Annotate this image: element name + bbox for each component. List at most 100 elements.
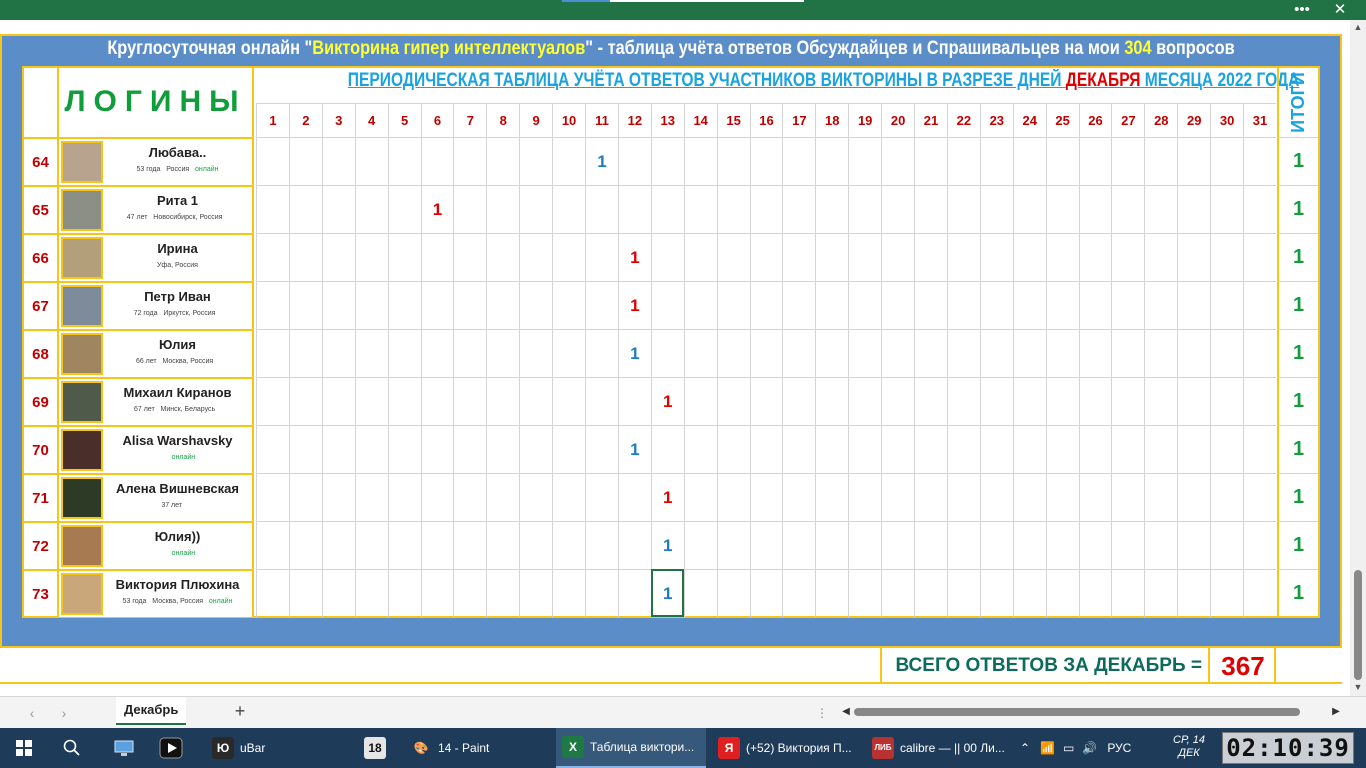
day-cell[interactable] bbox=[321, 569, 355, 617]
day-cell[interactable] bbox=[552, 569, 586, 617]
day-cell[interactable] bbox=[321, 233, 355, 281]
day-cell[interactable] bbox=[387, 233, 421, 281]
day-cell[interactable] bbox=[354, 473, 388, 521]
day-cell[interactable] bbox=[420, 137, 454, 185]
volume-icon[interactable]: 🔊 bbox=[1082, 741, 1097, 755]
participant-profile[interactable]: Рита 1 47 лет Новосибирск, Россия bbox=[57, 185, 254, 233]
day-header[interactable]: 20 bbox=[881, 103, 915, 137]
row-total[interactable]: 1 bbox=[1277, 521, 1318, 569]
day-cell[interactable] bbox=[552, 233, 586, 281]
day-header[interactable]: 30 bbox=[1210, 103, 1244, 137]
day-cell[interactable] bbox=[387, 377, 421, 425]
day-cell[interactable] bbox=[1210, 569, 1244, 617]
close-icon[interactable]: ✕ bbox=[1320, 0, 1360, 20]
day-cell[interactable] bbox=[1243, 473, 1276, 521]
prev-sheet-icon[interactable]: ‹ bbox=[22, 703, 42, 723]
day-cell[interactable] bbox=[914, 425, 947, 473]
language-indicator[interactable]: РУС bbox=[1107, 741, 1131, 755]
day-cell[interactable] bbox=[288, 329, 322, 377]
day-cell[interactable] bbox=[453, 521, 487, 569]
day-cell[interactable] bbox=[1012, 329, 1046, 377]
day-cell[interactable] bbox=[1078, 281, 1112, 329]
day-cell[interactable] bbox=[946, 569, 980, 617]
day-cell[interactable] bbox=[815, 425, 849, 473]
day-cell[interactable] bbox=[1177, 185, 1211, 233]
day-cell[interactable] bbox=[815, 569, 849, 617]
day-cell[interactable] bbox=[650, 329, 684, 377]
day-cell[interactable] bbox=[1243, 233, 1276, 281]
day-cell[interactable] bbox=[881, 281, 915, 329]
day-cell[interactable] bbox=[716, 569, 750, 617]
day-cell[interactable] bbox=[914, 281, 947, 329]
footer-label[interactable]: ВСЕГО ОТВЕТОВ ЗА ДЕКАБРЬ = bbox=[880, 648, 1210, 684]
day-cell[interactable] bbox=[716, 377, 750, 425]
day-cell[interactable] bbox=[617, 521, 651, 569]
day-cell[interactable] bbox=[1078, 233, 1112, 281]
day-cell[interactable] bbox=[585, 233, 618, 281]
day-header[interactable]: 2 bbox=[288, 103, 322, 137]
day-cell[interactable] bbox=[749, 473, 783, 521]
day-cell[interactable] bbox=[1111, 137, 1145, 185]
day-cell[interactable] bbox=[1012, 185, 1046, 233]
day-cell[interactable] bbox=[1012, 233, 1046, 281]
day-cell[interactable] bbox=[1144, 233, 1178, 281]
day-cell[interactable] bbox=[256, 281, 289, 329]
day-cell[interactable] bbox=[815, 137, 849, 185]
search-button[interactable] bbox=[52, 728, 92, 768]
day-cell[interactable] bbox=[552, 425, 586, 473]
day-cell[interactable] bbox=[288, 137, 322, 185]
day-cell[interactable] bbox=[552, 185, 586, 233]
horizontal-scrollbar[interactable]: ◀ ▶ bbox=[840, 705, 1344, 719]
scroll-left-icon[interactable]: ◀ bbox=[840, 705, 852, 719]
day-header[interactable]: 16 bbox=[749, 103, 783, 137]
day-cell[interactable] bbox=[420, 281, 454, 329]
day-cell[interactable] bbox=[881, 137, 915, 185]
day-header[interactable]: 11 bbox=[585, 103, 618, 137]
day-cell[interactable] bbox=[288, 185, 322, 233]
day-cell[interactable] bbox=[1144, 473, 1178, 521]
day-cell[interactable] bbox=[749, 137, 783, 185]
day-header[interactable]: 1 bbox=[256, 103, 289, 137]
day-cell[interactable] bbox=[321, 137, 355, 185]
day-cell[interactable] bbox=[420, 473, 454, 521]
day-cell[interactable] bbox=[782, 425, 816, 473]
day-cell[interactable] bbox=[848, 425, 882, 473]
day-cell[interactable] bbox=[946, 185, 980, 233]
row-total[interactable]: 1 bbox=[1277, 185, 1318, 233]
day-cell[interactable] bbox=[1177, 233, 1211, 281]
day-cell[interactable] bbox=[782, 137, 816, 185]
day-cell[interactable] bbox=[1243, 185, 1276, 233]
day-header[interactable]: 27 bbox=[1111, 103, 1145, 137]
day-cell[interactable] bbox=[749, 329, 783, 377]
day-cell[interactable] bbox=[486, 473, 520, 521]
day-cell[interactable]: 1 bbox=[650, 377, 684, 425]
day-cell[interactable] bbox=[453, 329, 487, 377]
day-cell[interactable] bbox=[1144, 185, 1178, 233]
date-display[interactable]: СР, 14 ДЕК bbox=[1160, 734, 1218, 760]
day-cell[interactable]: 1 bbox=[650, 521, 684, 569]
day-header[interactable]: 5 bbox=[387, 103, 421, 137]
participant-profile[interactable]: Петр Иван 72 года Иркутск, Россия bbox=[57, 281, 254, 329]
row-number[interactable]: 72 bbox=[24, 521, 57, 569]
day-cell[interactable] bbox=[387, 425, 421, 473]
row-total[interactable]: 1 bbox=[1277, 233, 1318, 281]
vertical-scroll-thumb[interactable] bbox=[1354, 570, 1362, 680]
day-cell[interactable] bbox=[946, 281, 980, 329]
day-header[interactable]: 12 bbox=[617, 103, 651, 137]
day-cell[interactable] bbox=[782, 521, 816, 569]
day-cell[interactable] bbox=[519, 425, 553, 473]
day-cell[interactable] bbox=[1045, 473, 1079, 521]
day-cell[interactable] bbox=[256, 137, 289, 185]
day-cell[interactable] bbox=[979, 329, 1013, 377]
day-cell[interactable] bbox=[716, 473, 750, 521]
day-cell[interactable] bbox=[1012, 569, 1046, 617]
day-cell[interactable] bbox=[486, 521, 520, 569]
day-cell[interactable] bbox=[288, 233, 322, 281]
more-options-icon[interactable]: ••• bbox=[1282, 0, 1322, 20]
battery-icon[interactable]: ▭ bbox=[1063, 741, 1074, 755]
day-cell[interactable] bbox=[1111, 377, 1145, 425]
day-header[interactable]: 24 bbox=[1012, 103, 1046, 137]
day-cell[interactable] bbox=[749, 185, 783, 233]
day-cell[interactable] bbox=[848, 377, 882, 425]
day-cell[interactable] bbox=[453, 137, 487, 185]
